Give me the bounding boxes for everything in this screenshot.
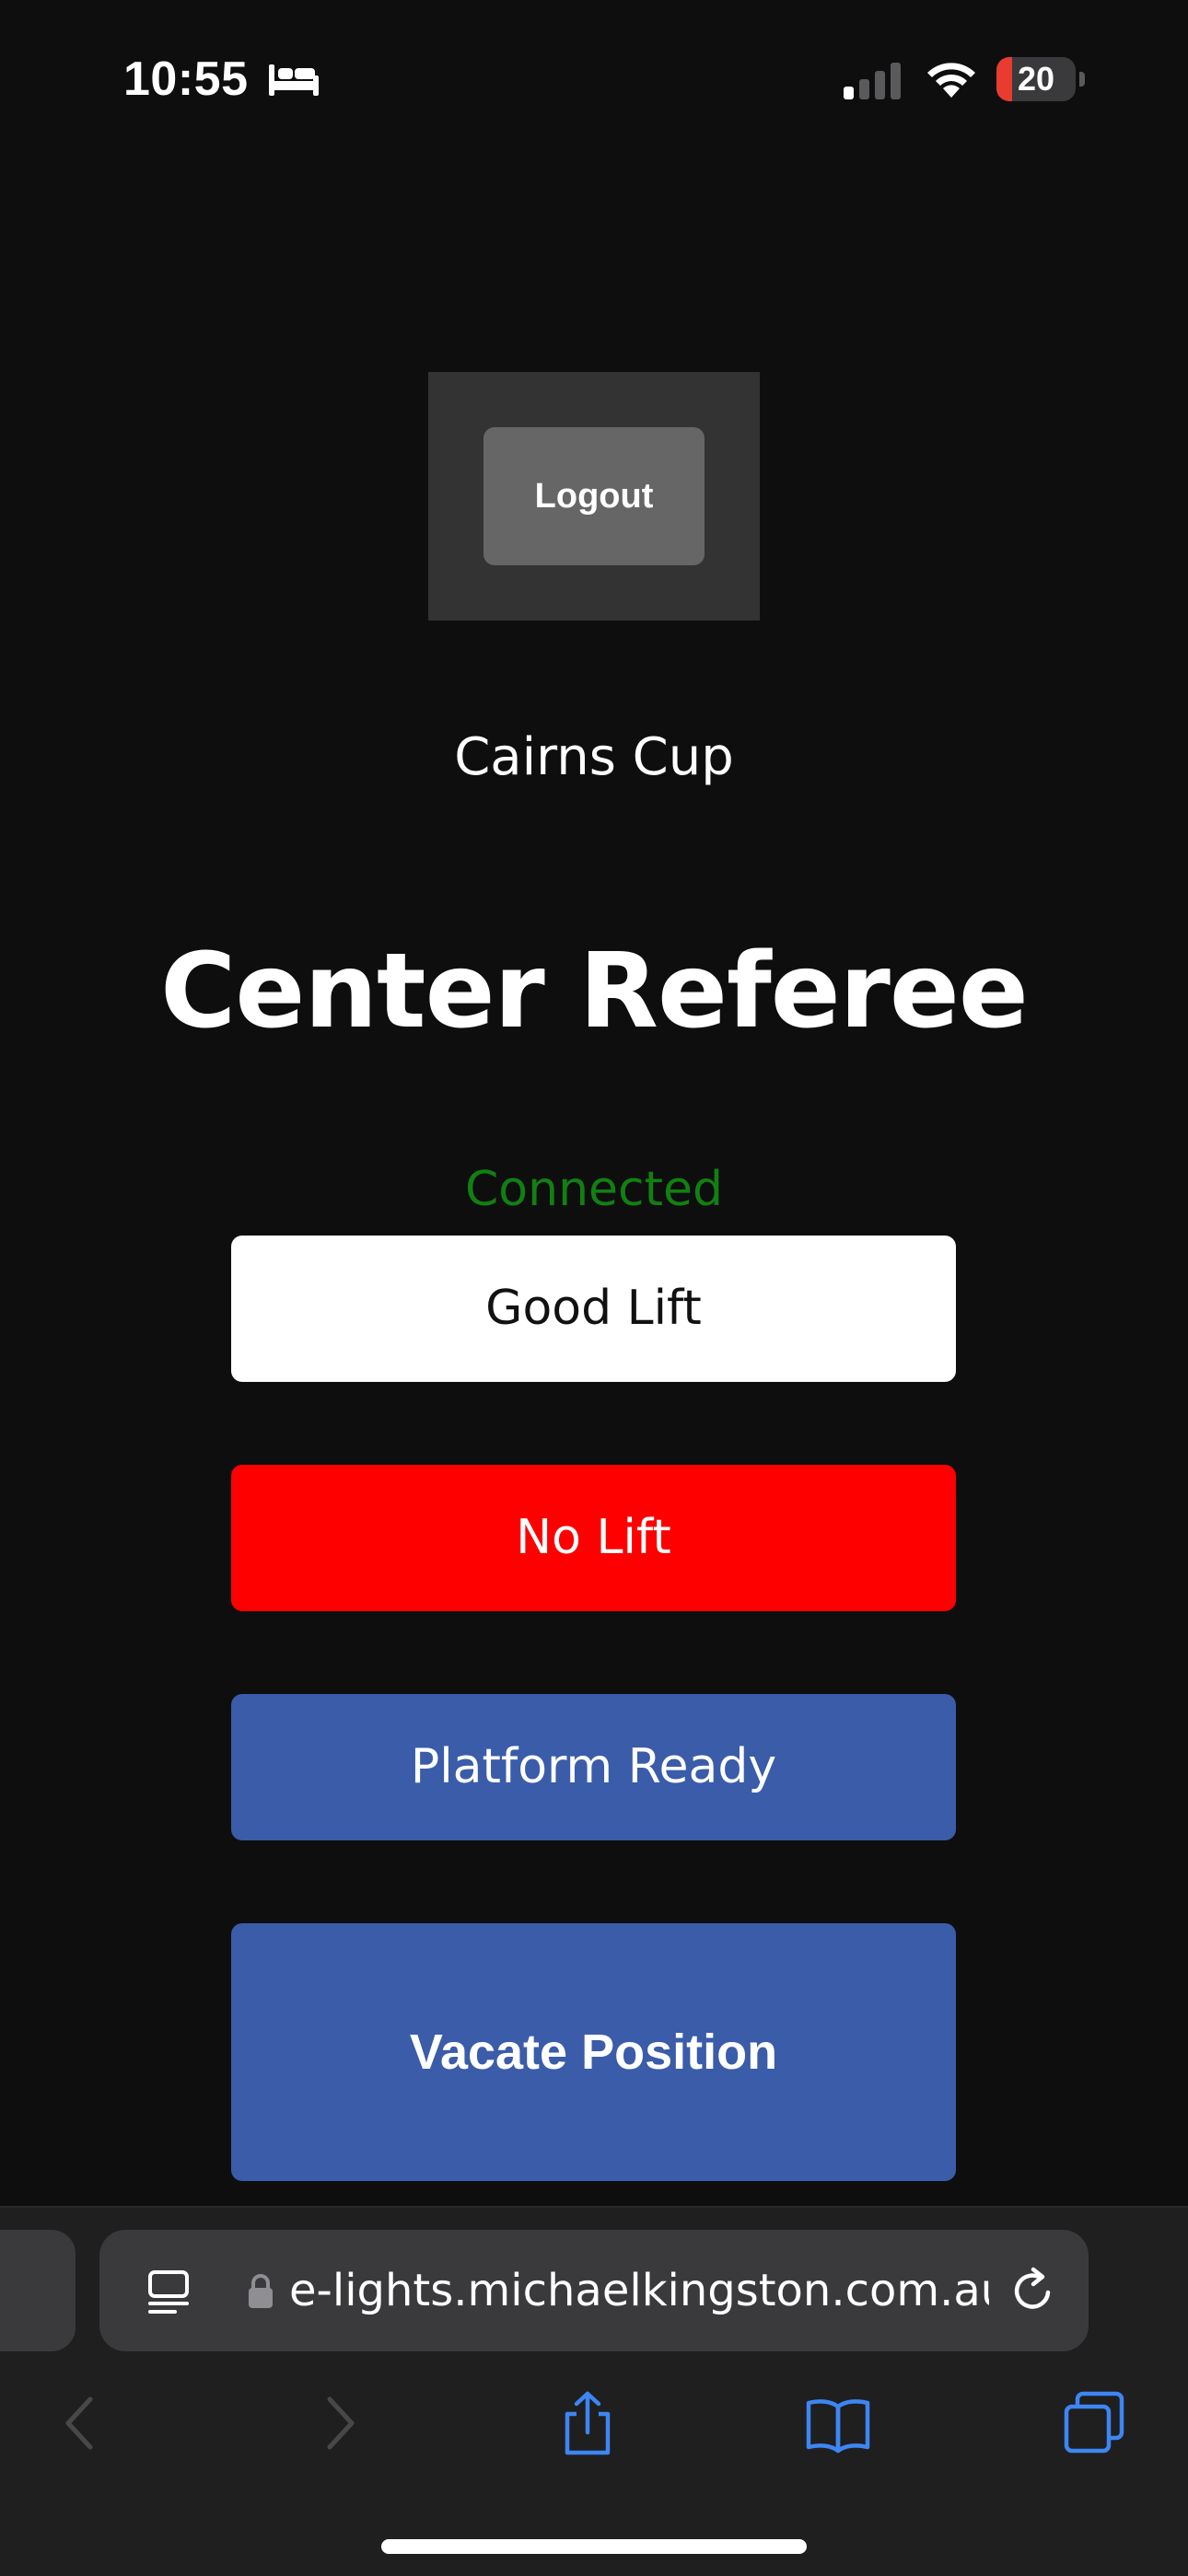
page-title: Center Referee xyxy=(160,932,1029,1051)
no-lift-button[interactable]: No Lift xyxy=(231,1465,956,1611)
previous-tab-preview[interactable] xyxy=(0,2230,76,2351)
reader-icon[interactable] xyxy=(146,2269,192,2316)
home-indicator[interactable] xyxy=(381,2539,807,2554)
status-bar: 10:55 20 xyxy=(0,0,1188,157)
good-lift-button[interactable]: Good Lift xyxy=(231,1236,956,1382)
url-text[interactable]: e-lights.michaelkingston.com.au xyxy=(289,2230,989,2351)
platform-ready-button[interactable]: Platform Ready xyxy=(231,1694,956,1840)
share-icon[interactable] xyxy=(554,2390,621,2456)
bed-icon xyxy=(269,64,319,96)
event-name: Cairns Cup xyxy=(454,727,734,787)
cellular-signal-icon xyxy=(844,63,901,99)
back-icon[interactable] xyxy=(48,2390,114,2456)
lock-icon xyxy=(249,2274,273,2308)
vacate-position-button[interactable]: Vacate Position xyxy=(231,1923,956,2181)
status-time: 10:55 xyxy=(123,52,249,106)
battery-body: 20 xyxy=(996,57,1076,101)
bookmarks-icon[interactable] xyxy=(805,2390,871,2456)
tabs-icon[interactable] xyxy=(1061,2390,1127,2456)
address-bar[interactable]: e-lights.michaelkingston.com.au xyxy=(99,2230,1089,2351)
battery-icon: 20 xyxy=(996,57,1085,101)
wifi-icon xyxy=(927,63,975,98)
logout-button[interactable]: Logout xyxy=(483,427,705,565)
battery-tip xyxy=(1079,72,1085,87)
battery-level: 20 xyxy=(1017,60,1055,98)
forward-icon[interactable] xyxy=(306,2390,372,2456)
logout-container: Logout xyxy=(428,372,760,621)
reload-icon[interactable] xyxy=(1007,2265,1059,2316)
connection-status: Connected xyxy=(464,1162,723,1217)
